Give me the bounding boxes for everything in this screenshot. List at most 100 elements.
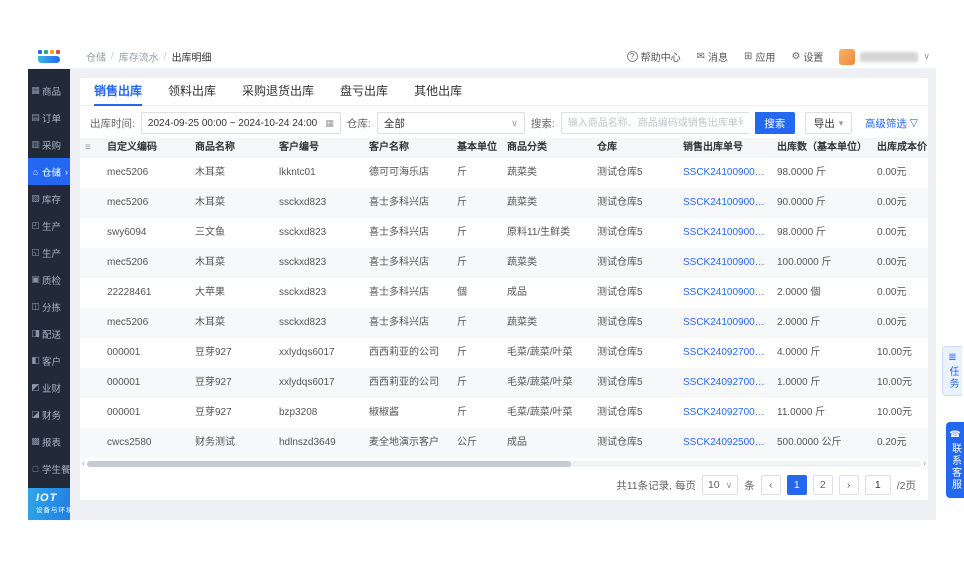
cell: 斤 — [457, 377, 467, 388]
outbound-order-link[interactable]: SSCK24100900017 — [678, 248, 772, 278]
sidebar-item-icon: ◱ — [31, 247, 40, 257]
sidebar-item-生产[interactable]: ◱ 生产 — [28, 239, 70, 266]
sidebar-item-生产[interactable]: ◰ 生产 — [28, 212, 70, 239]
app-logo — [28, 45, 70, 69]
row-lead-cell — [80, 158, 102, 188]
sidebar-item-客户[interactable]: ◧ 客户 — [28, 347, 70, 374]
date-range-input[interactable]: 2024-09-25 00:00 ~ 2024-10-24 24:00 ▦ — [140, 112, 341, 134]
cell: 1.0000 斤 — [777, 377, 821, 388]
cell: 10.00元 — [877, 407, 913, 418]
scroll-right-icon[interactable]: › — [923, 458, 926, 469]
prev-page-button[interactable]: ‹ — [760, 475, 781, 495]
outbound-order-link[interactable]: SSCK24100900021 — [678, 158, 772, 188]
next-page-button[interactable]: › — [838, 475, 859, 495]
settings-link[interactable]: ⚙ 设置 — [791, 49, 823, 64]
page-button-1[interactable]: 1 — [786, 475, 807, 495]
outbound-order-link[interactable]: SSCK24092500004 — [678, 428, 772, 458]
caret-down-icon: ▾ — [838, 117, 844, 128]
tab-bar: 销售出库 领料出库 采购退货出库 盘亏出库 其他出库 — [80, 78, 928, 106]
table-body: mec5206 木耳菜 lkkntc01 德可可海乐店斤蔬菜类 测试仓库5 SSCK241… — [80, 158, 928, 458]
cell: ssckxd823 — [279, 227, 327, 238]
breadcrumb-item[interactable]: 仓储 — [86, 49, 106, 64]
table-row: mec5206 木耳菜 lkkntc01 德可可海乐店 斤 蔬菜类 测试仓库5 SSCK241… — [80, 158, 928, 188]
cell: 测试仓库5 — [597, 287, 643, 298]
outbound-order-link[interactable]: SSCK24100900020 — [678, 188, 772, 218]
outbound-order-link[interactable]: SSCK24092700004 — [678, 368, 772, 398]
cell: 测试仓库5 — [597, 437, 643, 448]
sidebar-item-商品[interactable]: ▦ 商品 — [28, 77, 70, 104]
tab-其他出库[interactable]: 其他出库 — [414, 78, 462, 106]
warehouse-select[interactable]: 全部 ∨ — [376, 112, 525, 134]
scroll-left-icon[interactable]: ‹ — [82, 458, 85, 469]
sidebar-menu: ▦ 商品 ▤ 订单 ▥ 采购 ⌂ 仓储 › ▧ 库存 ◰ 生产 ◱ 生产 ▣ 质检 ◫ 分拣 ◨ 配送 ◧ 客户 ◩ 业财 ◪ 财务… — [28, 77, 70, 482]
date-range-value: 2024-09-25 00:00 ~ 2024-10-24 24:00 — [147, 117, 318, 129]
row-lead-cell — [80, 338, 102, 368]
sidebar-item-仓储[interactable]: ⌂ 仓储 › — [28, 158, 70, 185]
outbound-order-link[interactable]: SSCK24100900015 — [678, 308, 772, 338]
sidebar-item-学生餐[interactable]: □ 学生餐 — [28, 455, 70, 482]
cell: xxlydqs6017 — [279, 377, 335, 388]
advanced-filter-link[interactable]: 高级筛选 ▽ — [865, 116, 918, 131]
page-jump-input[interactable] — [864, 475, 891, 495]
sidebar-item-icon: ◫ — [31, 301, 40, 311]
cell: 0.00元 — [877, 257, 907, 268]
export-button[interactable]: 导出 ▾ — [804, 112, 853, 134]
outbound-order-link[interactable]: SSCK24092700004 — [678, 338, 772, 368]
table-row: 000001 豆芽927 xxlydqs6017 西西莉亚的公司 斤 毛菜/蔬菜/叶菜 测试… — [80, 338, 928, 368]
cell: ssckxd823 — [279, 287, 327, 298]
cell: 测试仓库5 — [597, 257, 643, 268]
row-lead-cell — [80, 248, 102, 278]
cell: mec5206 — [107, 167, 149, 178]
main-area: 销售出库 领料出库 采购退货出库 盘亏出库 其他出库 出库时间: 2024-09-25 … — [70, 69, 936, 520]
cell: 000001 — [107, 347, 141, 358]
cell: 毛菜/蔬菜/叶菜 — [507, 347, 573, 358]
page-size-unit: 条 — [744, 479, 755, 492]
outbound-order-link[interactable]: SSCK24092700011 — [678, 398, 772, 428]
sidebar-item-库存[interactable]: ▧ 库存 — [28, 185, 70, 212]
sidebar-item-分拣[interactable]: ◫ 分拣 — [28, 293, 70, 320]
cell: 喜士多科兴店 — [369, 257, 429, 268]
cell: 10.00元 — [877, 377, 913, 388]
help-center-link[interactable]: ? 帮助中心 — [626, 49, 681, 64]
contact-service-button[interactable]: ☎ 联系客服 — [946, 422, 964, 498]
sidebar-item-订单[interactable]: ▤ 订单 — [28, 104, 70, 131]
search-label: 搜索: — [530, 117, 555, 130]
cell: 斤 — [457, 227, 467, 238]
cell: 0.00元 — [877, 167, 907, 178]
search-button[interactable]: 搜索 — [754, 112, 795, 134]
sidebar-item-icon: ▤ — [31, 112, 40, 122]
tab-采购退货出库[interactable]: 采购退货出库 — [242, 78, 314, 106]
search-input[interactable] — [560, 112, 749, 134]
messages-link[interactable]: ✉ 消息 — [697, 49, 728, 64]
sidebar-item-业财[interactable]: ◩ 业财 — [28, 374, 70, 401]
table-row: 22228461 大苹果 ssckxd823 喜士多科兴店 個 成品 测试仓库5 SSCK24… — [80, 278, 928, 308]
row-lead-cell — [80, 398, 102, 428]
apps-link[interactable]: ⊞ 应用 — [744, 49, 775, 64]
tab-领料出库[interactable]: 领料出库 — [168, 78, 216, 106]
tab-盘亏出库[interactable]: 盘亏出库 — [340, 78, 388, 106]
breadcrumb-item[interactable]: 库存流水 — [119, 49, 159, 64]
scrollbar-track[interactable] — [87, 460, 921, 467]
sidebar-item-配送[interactable]: ◨ 配送 — [28, 320, 70, 347]
task-panel-button[interactable]: ≣ 任务 — [942, 346, 962, 396]
scrollbar-thumb[interactable] — [87, 460, 571, 467]
tab-销售出库[interactable]: 销售出库 — [94, 78, 143, 106]
task-list-icon: ≣ — [948, 352, 957, 363]
sidebar-item-采购[interactable]: ▥ 采购 — [28, 131, 70, 158]
page-size-select[interactable]: 10 ∨ — [701, 475, 739, 495]
page-button-2[interactable]: 2 — [812, 475, 833, 495]
column-settings-icon[interactable]: ≡ — [80, 138, 102, 158]
user-menu[interactable]: ∨ — [839, 48, 930, 65]
cell: 98.0000 斤 — [777, 227, 826, 238]
outbound-order-link[interactable]: SSCK24100900017 — [678, 218, 772, 248]
chevron-down-icon: ∨ — [725, 479, 733, 490]
sidebar-item-财务[interactable]: ◪ 财务 — [28, 401, 70, 428]
cell: 斤 — [457, 347, 467, 358]
sidebar-item-icon: ▥ — [31, 139, 40, 149]
outbound-order-link[interactable]: SSCK24100900015 — [678, 278, 772, 308]
cell: 11.0000 斤 — [777, 407, 826, 418]
sidebar-item-质检[interactable]: ▣ 质检 — [28, 266, 70, 293]
sidebar-item-报表[interactable]: ▩ 报表 — [28, 428, 70, 455]
horizontal-scrollbar[interactable]: ‹ › — [80, 458, 928, 469]
cell: 豆芽927 — [195, 347, 232, 358]
